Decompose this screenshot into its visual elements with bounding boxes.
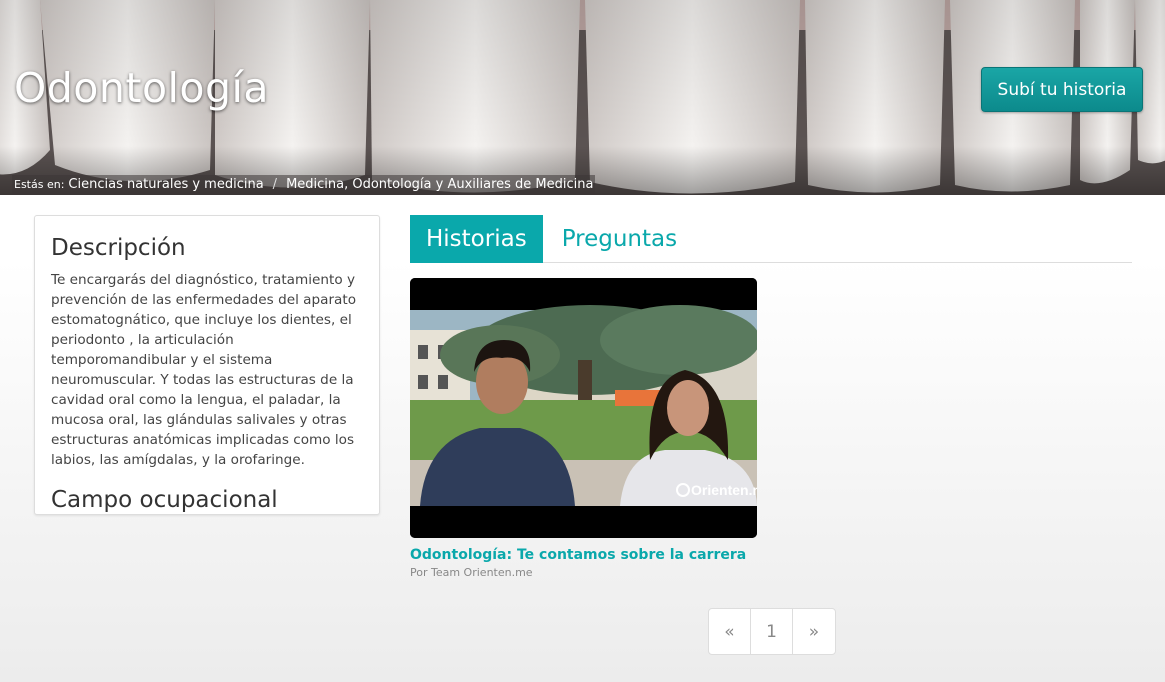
svg-text:Orienten.me: Orienten.me <box>691 482 757 498</box>
story-title-link[interactable]: Odontología: Te contamos sobre la carrer… <box>410 547 746 563</box>
video-frame-image: Orienten.me <box>410 278 757 538</box>
pagination: « 1 » <box>708 608 836 655</box>
submit-story-button[interactable]: Subí tu historia <box>981 67 1143 112</box>
pagination-page-1[interactable]: 1 <box>751 609 793 654</box>
breadcrumb-item-medicina[interactable]: Medicina, Odontología y Auxiliares de Me… <box>286 177 593 192</box>
tab-historias[interactable]: Historias <box>410 215 543 263</box>
occupational-heading: Campo ocupacional <box>51 487 278 513</box>
page-title: Odontología <box>14 64 270 112</box>
breadcrumb-separator: / <box>272 177 278 192</box>
description-heading: Descripción <box>51 235 186 261</box>
breadcrumb-item-ciencias[interactable]: Ciencias naturales y medicina <box>68 177 263 192</box>
story-author: Por Team Orienten.me <box>410 566 533 579</box>
tab-preguntas[interactable]: Preguntas <box>543 215 693 263</box>
breadcrumb: Estás en: Ciencias naturales y medicina … <box>12 175 596 194</box>
hero-banner: Odontología Subí tu historia Estás en: C… <box>0 0 1165 195</box>
breadcrumb-prefix: Estás en: <box>14 178 65 191</box>
description-text: Te encargarás del diagnóstico, tratamien… <box>51 272 357 468</box>
pagination-next-button[interactable]: » <box>793 609 835 654</box>
story-video-thumbnail[interactable]: Orienten.me <box>410 278 757 538</box>
description-card[interactable]: Descripción Te encargarás del diagnóstic… <box>34 215 380 515</box>
content-tabs: Historias Preguntas <box>410 215 1132 263</box>
pagination-prev-button[interactable]: « <box>709 609 751 654</box>
